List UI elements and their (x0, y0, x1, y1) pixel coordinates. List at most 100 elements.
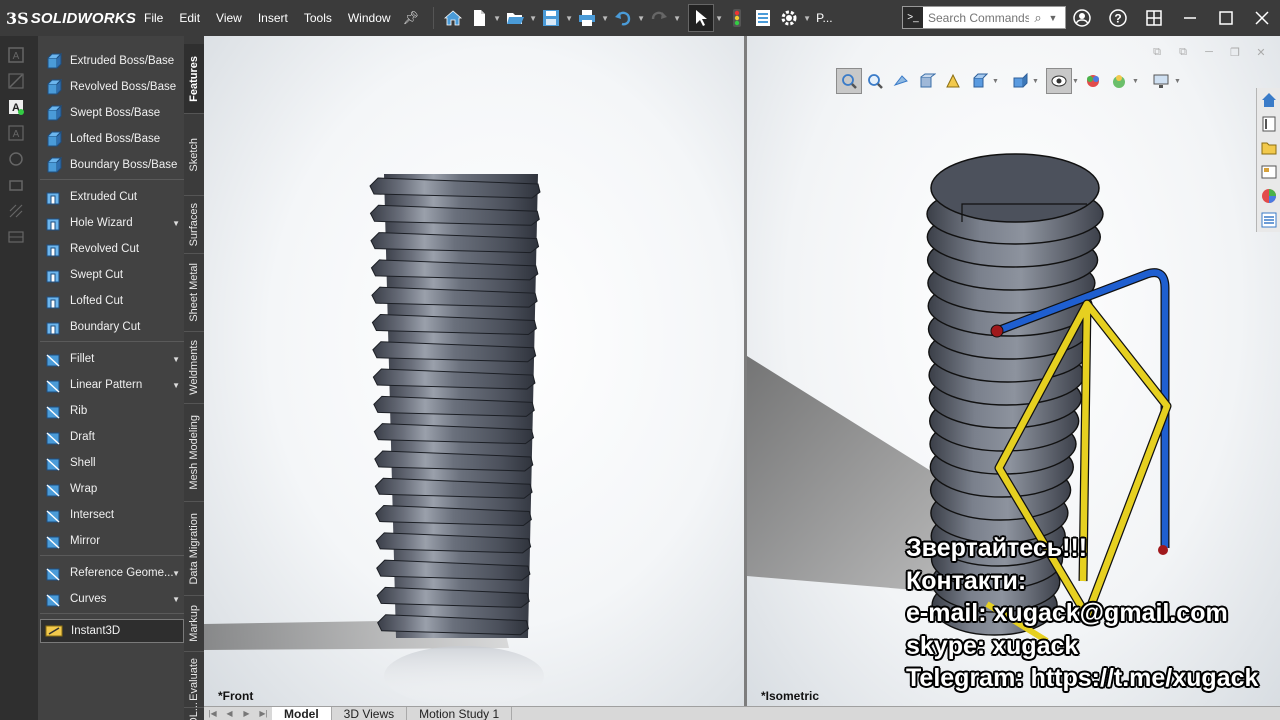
search-icon[interactable]: ⌕ (1029, 10, 1047, 26)
tab-3d-views[interactable]: 3D Views (332, 706, 408, 720)
options-dropdown-icon[interactable]: ▼ (802, 14, 812, 23)
dynamic-annotation-icon[interactable] (940, 68, 966, 94)
previous-view-icon[interactable] (888, 68, 914, 94)
apply-scene-dropdown-icon[interactable]: ▼ (1132, 78, 1140, 85)
command-lofted-boss-base[interactable]: Lofted Boss/Base (40, 127, 184, 151)
command-draft[interactable]: Draft (40, 425, 184, 449)
maximize-icon[interactable] (1208, 0, 1244, 36)
strip-hatch-icon[interactable] (0, 198, 32, 224)
redo-icon[interactable] (646, 4, 672, 32)
print-icon[interactable] (574, 4, 600, 32)
menu-window[interactable]: Window (340, 11, 399, 25)
command-curves[interactable]: Curves ▼ (40, 587, 184, 611)
tab-surfaces[interactable]: Surfaces (184, 196, 204, 254)
command-shell[interactable]: Shell (40, 451, 184, 475)
tab-data-migration[interactable]: Data Migration (184, 502, 204, 596)
tab-sheet-metal[interactable]: Sheet Metal (184, 254, 204, 332)
strip-note-icon[interactable]: A (0, 120, 32, 146)
open-dropdown-icon[interactable]: ▼ (528, 14, 538, 23)
home-icon[interactable] (440, 4, 466, 32)
command-extruded-boss-base[interactable]: Extruded Boss/Base (40, 49, 184, 73)
print-dropdown-icon[interactable]: ▼ (600, 14, 610, 23)
file-explorer-icon[interactable] (1257, 136, 1280, 160)
command-mirror[interactable]: Mirror (40, 529, 184, 553)
edit-appearance-icon[interactable] (1080, 68, 1106, 94)
command-swept-boss-base[interactable]: Swept Boss/Base (40, 101, 184, 125)
menu-file[interactable]: File (136, 11, 171, 25)
custom-properties-icon[interactable] (1257, 208, 1280, 232)
select-dropdown-icon[interactable]: ▼ (714, 14, 724, 23)
first-tab-icon[interactable]: |◀ (204, 707, 221, 720)
design-library-icon[interactable] (1257, 112, 1280, 136)
chevron-down-icon[interactable]: ▼ (172, 219, 180, 228)
menu-insert[interactable]: Insert (250, 11, 296, 25)
zoom-to-fit-icon[interactable] (836, 68, 862, 94)
minimize-icon[interactable] (1172, 0, 1208, 36)
strip-sketch-icon[interactable]: A (0, 42, 32, 68)
tab-mesh-modeling[interactable]: Mesh Modeling (184, 404, 204, 502)
last-tab-icon[interactable]: ▶| (255, 707, 272, 720)
command-wrap[interactable]: Wrap (40, 477, 184, 501)
command-reference-geome[interactable]: Reference Geome... ▼ (40, 561, 184, 585)
menu-view[interactable]: View (208, 11, 250, 25)
command-swept-cut[interactable]: Swept Cut (40, 263, 184, 287)
tab-weldments[interactable]: Weldments (184, 332, 204, 404)
chevron-down-icon[interactable]: ▼ (172, 355, 180, 364)
tab-motion-study-1[interactable]: Motion Study 1 (407, 706, 513, 720)
viewport-link-left-icon[interactable]: ⧉ (1144, 44, 1170, 60)
tab-markup[interactable]: Markup (184, 596, 204, 652)
view-orientation-icon[interactable] (966, 68, 992, 94)
command-extruded-cut[interactable]: Extruded Cut (40, 185, 184, 209)
appearances-icon[interactable] (1257, 184, 1280, 208)
undo-dropdown-icon[interactable]: ▼ (636, 14, 646, 23)
command-hole-wizard[interactable]: Hole Wizard ▼ (40, 211, 184, 235)
command-linear-pattern[interactable]: Linear Pattern ▼ (40, 373, 184, 397)
tab-model[interactable]: Model (272, 706, 332, 720)
strip-balloon-icon[interactable] (0, 146, 32, 172)
solidworks-logo[interactable]: 3S SOLIDWORKS (0, 0, 136, 36)
hide-show-dropdown-icon[interactable]: ▼ (1072, 78, 1080, 85)
strip-block-icon[interactable] (0, 172, 32, 198)
tab-sketch[interactable]: Sketch (184, 114, 204, 196)
chevron-down-icon[interactable]: ▼ (172, 569, 180, 578)
display-style-dropdown-icon[interactable]: ▼ (1032, 78, 1040, 85)
view-orientation-dropdown-icon[interactable]: ▼ (992, 78, 1000, 85)
strip-smart-dimension-icon[interactable] (0, 68, 32, 94)
search-commands-box[interactable]: >_ ⌕ ▼ (902, 6, 1066, 29)
viewport-minimize-icon[interactable]: ─ (1196, 44, 1222, 60)
tile-windows-icon[interactable] (1136, 0, 1172, 36)
prev-tab-icon[interactable]: ◀ (221, 707, 238, 720)
command-fillet[interactable]: Fillet ▼ (40, 347, 184, 371)
display-style-icon[interactable] (1006, 68, 1032, 94)
undo-icon[interactable] (610, 4, 636, 32)
select-cursor-icon[interactable] (688, 4, 715, 32)
next-tab-icon[interactable]: ▶ (238, 707, 255, 720)
search-dropdown-icon[interactable]: ▼ (1047, 13, 1059, 23)
command-intersect[interactable]: Intersect (40, 503, 184, 527)
strip-table-icon[interactable] (0, 224, 32, 250)
command-boundary-cut[interactable]: Boundary Cut (40, 315, 184, 339)
chevron-down-icon[interactable]: ▼ (172, 381, 180, 390)
command-revolved-cut[interactable]: Revolved Cut (40, 237, 184, 261)
viewport-link-right-icon[interactable]: ⧉ (1170, 44, 1196, 60)
save-icon[interactable] (538, 4, 564, 32)
pin-menu-icon[interactable]: 📌︎ (403, 10, 420, 26)
search-input[interactable] (923, 10, 1029, 25)
options-gear-icon[interactable] (776, 4, 802, 32)
new-dropdown-icon[interactable]: ▼ (492, 14, 502, 23)
zoom-to-area-icon[interactable] (862, 68, 888, 94)
file-properties-icon[interactable] (750, 4, 776, 32)
view-settings-dropdown-icon[interactable]: ▼ (1174, 78, 1182, 85)
rebuild-traffic-light-icon[interactable] (724, 4, 750, 32)
tab-features[interactable]: Features (184, 44, 204, 114)
chevron-down-icon[interactable]: ▼ (172, 595, 180, 604)
task-pane-home-icon[interactable] (1257, 88, 1280, 112)
new-document-icon[interactable] (466, 4, 492, 32)
command-revolved-boss-base[interactable]: Revolved Boss/Base (40, 75, 184, 99)
front-viewport[interactable]: *Front (204, 36, 744, 706)
section-view-icon[interactable] (914, 68, 940, 94)
view-palette-icon[interactable] (1257, 160, 1280, 184)
menu-edit[interactable]: Edit (171, 11, 208, 25)
strip-annotation-icon[interactable]: A (0, 94, 32, 120)
hide-show-items-icon[interactable] (1046, 68, 1072, 94)
